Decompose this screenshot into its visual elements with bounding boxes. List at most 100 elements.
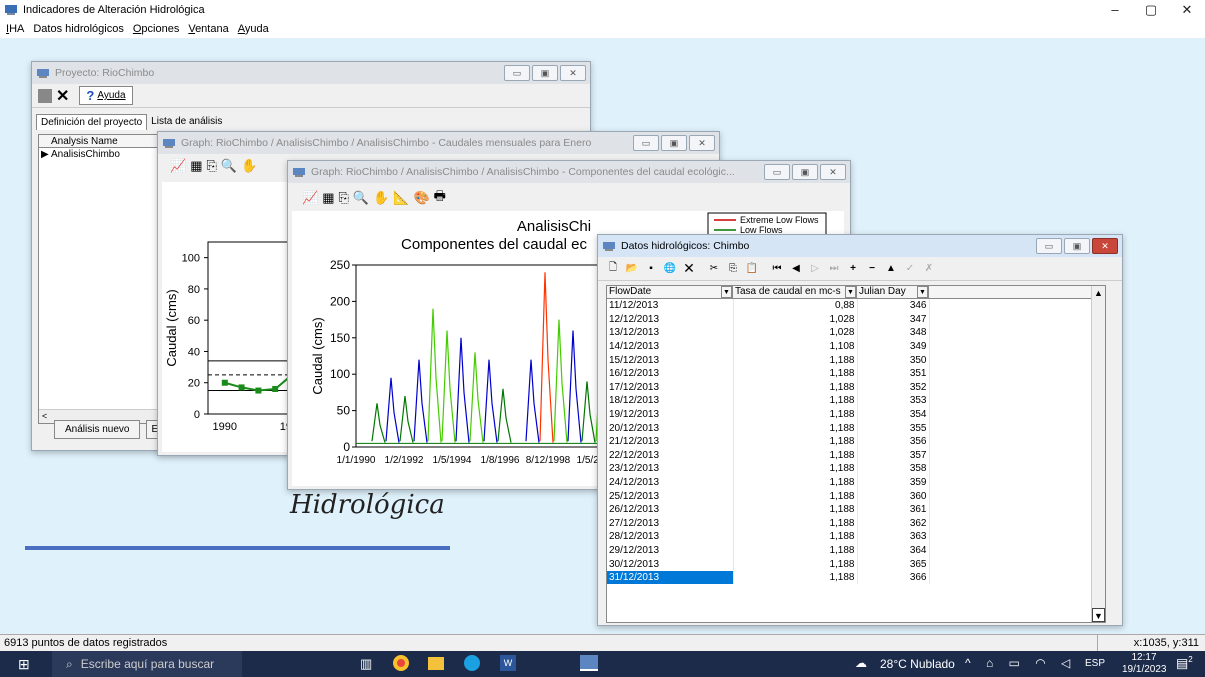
table-cell[interactable]: 361 [857,502,930,517]
table-cell[interactable]: 1,188 [733,353,858,367]
table-row[interactable]: 26/12/2013 1,188 361 [607,502,930,517]
maximize-button[interactable]: ▣ [532,65,558,81]
close-button[interactable]: ✕ [1169,0,1205,20]
tab-lista-analisis[interactable]: Lista de análisis [147,114,226,130]
chart-icon[interactable]: 📈 [302,190,318,206]
table-cell[interactable]: 350 [857,353,930,367]
dropdown-icon[interactable]: ▼ [917,286,928,298]
table-row[interactable]: 24/12/2013 1,188 359 [607,475,930,490]
table-cell[interactable]: 362 [857,516,930,531]
close-button[interactable]: ✕ [560,65,586,81]
table-row[interactable]: 29/12/2013 1,188 364 [607,543,930,558]
scroll-up-icon[interactable]: ▲ [1092,286,1105,300]
column-header[interactable]: FlowDate ▼ [607,286,733,298]
table-cell[interactable]: 358 [857,462,930,476]
first-record-icon[interactable]: ⏮ [768,260,786,278]
copy-icon[interactable]: ⎘ [338,190,348,206]
project-window-title-bar[interactable]: Proyecto: RioChimbo ▭ ▣ ✕ [32,62,590,84]
table-cell[interactable]: 27/12/2013 [607,516,734,531]
file-explorer-icon[interactable] [428,657,444,670]
table-row[interactable]: 28/12/2013 1,188 363 [607,530,930,544]
hand-icon[interactable]: ✋ [241,158,257,174]
globe-icon[interactable]: 🌐 [661,260,679,278]
table-row[interactable]: 13/12/2013 1,028 348 [607,326,930,340]
save-icon[interactable] [38,88,52,103]
table-cell[interactable]: 1,188 [733,557,858,571]
open-icon[interactable]: 📂 [623,260,641,278]
table-cell[interactable]: 1,188 [733,516,858,531]
system-tray-icons[interactable]: ^ ⌂ ▭ ◠ ◁ [965,656,1076,670]
delete-icon[interactable]: ✕ [56,86,69,106]
table-cell[interactable]: 355 [857,421,930,435]
table-cell[interactable]: 13/12/2013 [607,326,734,340]
language-indicator[interactable]: ESP [1085,658,1105,669]
column-header[interactable]: Julian Day ▼ [857,286,929,298]
table-cell[interactable]: 18/12/2013 [607,394,734,408]
paste-icon[interactable]: 📋 [743,260,761,278]
table-row[interactable]: 21/12/2013 1,188 356 [607,434,930,449]
table-row[interactable]: 19/12/2013 1,188 354 [607,407,930,422]
task-view-icon[interactable]: ▥ [360,656,372,672]
menu-opciones[interactable]: Opciones [133,23,179,35]
copy-icon[interactable]: ⎘ [724,260,742,278]
dropdown-icon[interactable]: ▼ [845,286,856,298]
table-cell[interactable]: 28/12/2013 [607,530,734,544]
table-cell[interactable]: 22/12/2013 [607,448,734,463]
minimize-button[interactable]: – [1097,0,1133,20]
tab-definicion[interactable]: Definición del proyecto [36,114,148,130]
data-window-title-bar[interactable]: Datos hidrológicos: Chimbo ▭ ▣ ✕ [598,235,1122,257]
delete-icon[interactable]: ✕ [680,260,698,278]
table-cell[interactable]: 1,188 [733,475,858,490]
help-button[interactable]: ? Ayuda [79,86,133,105]
table-cell[interactable]: 354 [857,407,930,422]
new-icon[interactable]: 🗋 [604,260,622,278]
axis-icon[interactable]: 📐 [393,190,409,206]
table-cell[interactable]: 1,188 [733,394,858,408]
table-row[interactable]: 27/12/2013 1,188 362 [607,516,930,531]
table-row[interactable]: 25/12/2013 1,188 360 [607,489,930,503]
table-cell[interactable]: 24/12/2013 [607,475,734,490]
table-cell[interactable]: 1,108 [733,339,858,354]
table-row[interactable]: 30/12/2013 1,188 365 [607,557,930,571]
grid-scrollbar[interactable]: ▲ ▼ [1091,286,1105,622]
table-row[interactable]: 20/12/2013 1,188 355 [607,421,930,435]
chart-icon[interactable]: 📈 [170,158,186,174]
graph1-title-bar[interactable]: Graph: RioChimbo / AnalisisChimbo / Anal… [158,132,719,154]
maximize-button[interactable]: ▣ [792,164,818,180]
table-row[interactable]: 31/12/2013 1,188 366 [607,570,930,585]
table-cell[interactable]: 1,028 [733,326,858,340]
weather-text[interactable]: 28°C Nublado [880,657,955,671]
table-cell[interactable]: 1,188 [733,570,858,585]
post-icon[interactable]: ✓ [901,260,919,278]
table-cell[interactable]: 1,188 [733,421,858,435]
table-cell[interactable]: 347 [857,312,930,327]
table-cell[interactable]: 16/12/2013 [607,366,734,381]
table-row[interactable]: 14/12/2013 1,108 349 [607,339,930,354]
word-icon[interactable]: W [500,655,516,671]
iha-app-icon[interactable] [580,655,598,671]
table-cell[interactable]: 1,188 [733,434,858,449]
scroll-down-icon[interactable]: ▼ [1092,608,1105,622]
table-cell[interactable]: 1,188 [733,502,858,517]
table-cell[interactable]: 360 [857,489,930,503]
cut-icon[interactable]: ✂ [705,260,723,278]
zoom-icon[interactable]: 🔍 [221,158,237,174]
table-row[interactable]: 12/12/2013 1,028 347 [607,312,930,327]
last-record-icon[interactable]: ⏭ [825,260,843,278]
table-cell[interactable]: 357 [857,448,930,463]
next-record-icon[interactable]: ▷ [806,260,824,278]
chrome-icon[interactable] [393,655,409,671]
menu-iha[interactable]: IHA [6,23,24,35]
menu-datos-hidrologicos[interactable]: Datos hidrológicos [33,23,124,35]
table-cell[interactable]: 11/12/2013 [607,299,734,313]
calculator-icon[interactable]: ▦ [322,190,334,206]
table-cell[interactable]: 356 [857,434,930,449]
windows-start-icon[interactable]: ⊞ [18,656,30,673]
dropdown-icon[interactable]: ▼ [721,286,732,298]
table-row[interactable]: 16/12/2013 1,188 351 [607,366,930,381]
table-cell[interactable]: 1,188 [733,489,858,503]
minimize-button[interactable]: ▭ [633,135,659,151]
table-row[interactable]: 17/12/2013 1,188 352 [607,380,930,395]
save-icon[interactable]: ▪ [642,260,660,278]
menu-ventana[interactable]: Ventana [188,23,228,35]
